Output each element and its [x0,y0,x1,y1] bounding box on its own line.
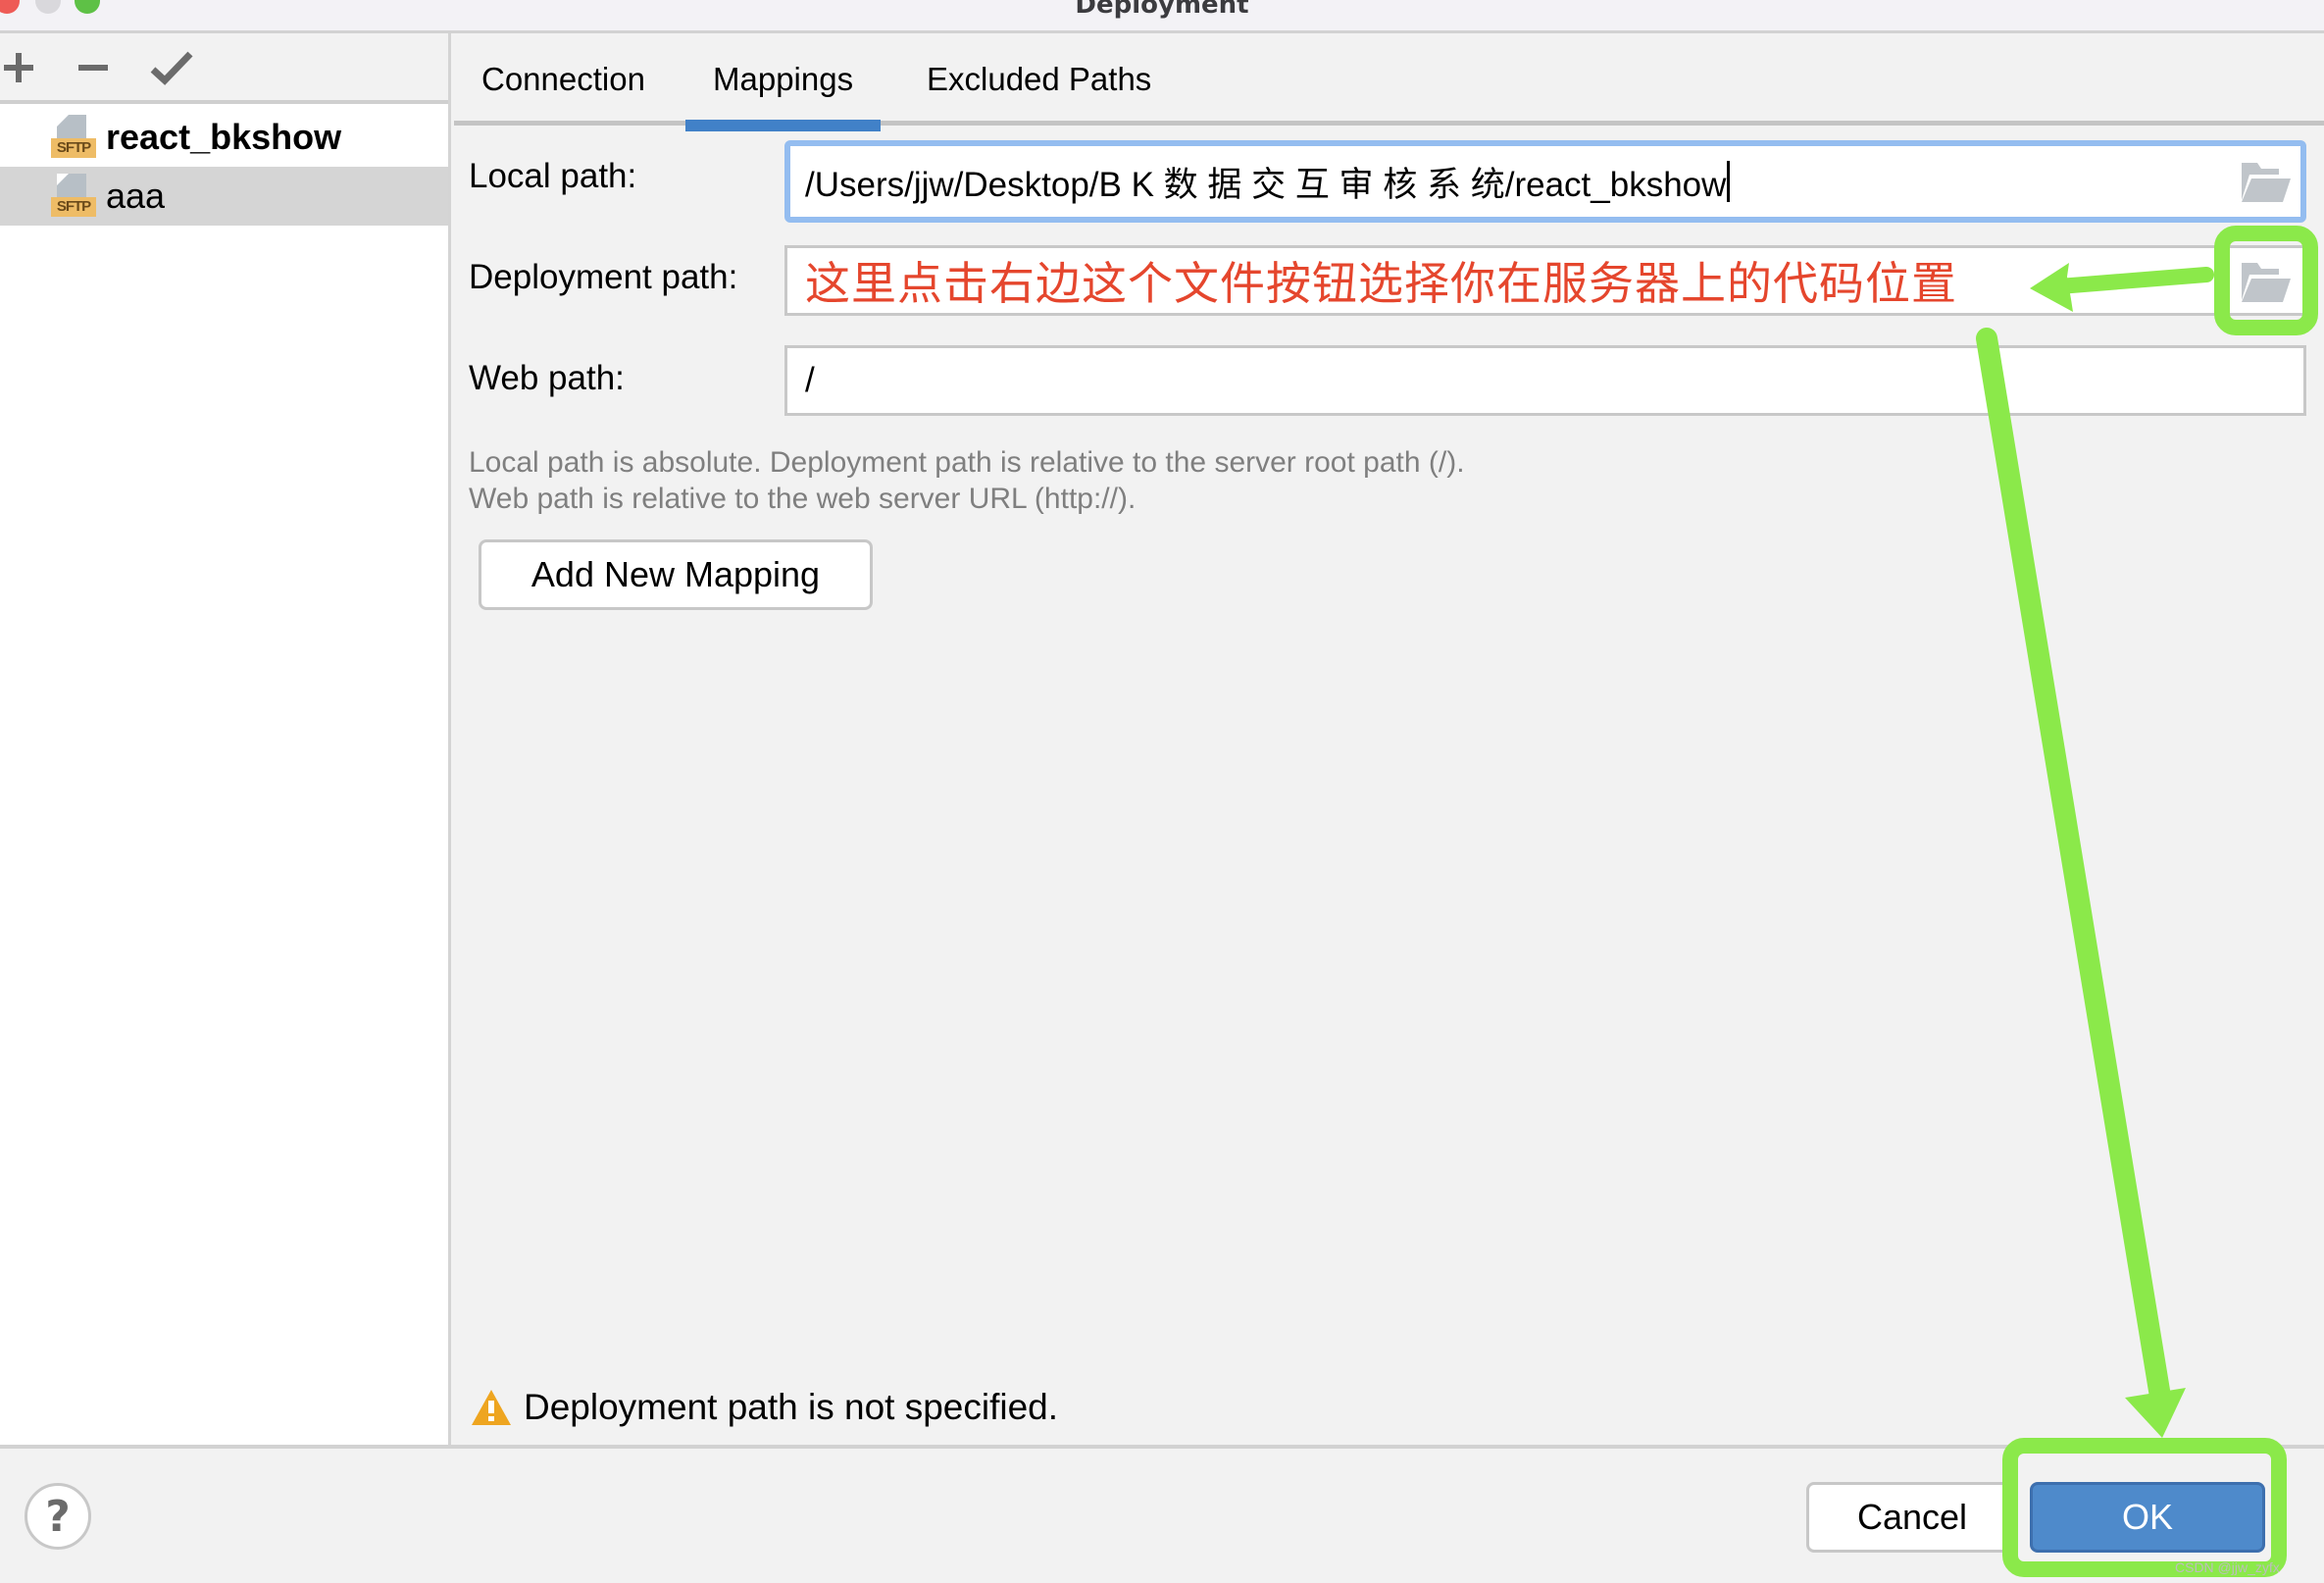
remove-server-button[interactable] [69,43,118,92]
server-name: aaa [106,176,166,216]
sidebar-toolbar [0,33,448,104]
title-bar: Deployment [0,0,2324,33]
local-path-value: /Users/jjw/Desktop/B K 数 据 交 互 审 核 系 统/r… [805,165,1727,204]
folder-icon [2242,263,2291,302]
sftp-server-icon: SFTP [51,115,96,160]
web-path-value: / [805,361,815,399]
tab-excluded-paths[interactable]: Excluded Paths [899,33,1179,126]
annotation-arrow-down [1976,328,2186,1438]
window-title: Deployment [1075,0,1249,20]
web-path-input[interactable]: / [784,345,2306,416]
tab-connection[interactable]: Connection [454,33,673,126]
tab-mappings[interactable]: Mappings [685,33,882,131]
folder-icon [2242,163,2291,202]
server-list: SFTP react_bkshow SFTP aaa [0,108,448,226]
local-path-browse-button[interactable] [2236,157,2295,208]
warning-text: Deployment path is not specified. [524,1387,1059,1427]
validation-warning: Deployment path is not specified. [471,1387,1058,1428]
cancel-button[interactable]: Cancel [1806,1482,2018,1553]
sftp-server-icon: SFTP [51,174,96,219]
text-caret [1727,161,1731,202]
server-name: react_bkshow [106,117,342,157]
local-path-input[interactable]: /Users/jjw/Desktop/B K 数 据 交 互 审 核 系 统/r… [784,140,2306,223]
watermark: CSDN @jjw_zyfx [2175,1559,2280,1575]
set-default-button[interactable] [147,43,196,92]
ok-button[interactable]: OK [2030,1482,2265,1553]
help-button[interactable]: ? [25,1483,91,1550]
footer-divider [0,1445,2324,1449]
tab-bar: Connection Mappings Excluded Paths [454,33,2324,131]
minus-icon [78,65,108,71]
server-item-aaa[interactable]: SFTP aaa [0,167,448,226]
check-icon [150,51,193,85]
plus-icon [4,53,33,82]
deployment-path-label: Deployment path: [469,258,738,296]
deployment-path-browse-button[interactable] [2236,257,2295,308]
warning-icon [472,1390,511,1425]
deployment-path-input[interactable]: 这里点击右边这个文件按钮选择你在服务器上的代码位置 [784,245,2306,316]
help-text-line-2: Web path is relative to the web server U… [469,483,1137,515]
local-path-label: Local path: [469,157,637,195]
web-path-label: Web path: [469,359,625,397]
add-server-button[interactable] [0,43,43,92]
add-new-mapping-button[interactable]: Add New Mapping [479,539,873,610]
server-item-react-bkshow[interactable]: SFTP react_bkshow [0,108,448,167]
help-text-line-1: Local path is absolute. Deployment path … [469,446,1465,479]
server-sidebar: SFTP react_bkshow SFTP aaa [0,33,451,1446]
annotation-text: 这里点击右边这个文件按钮选择你在服务器上的代码位置 [805,257,1957,310]
